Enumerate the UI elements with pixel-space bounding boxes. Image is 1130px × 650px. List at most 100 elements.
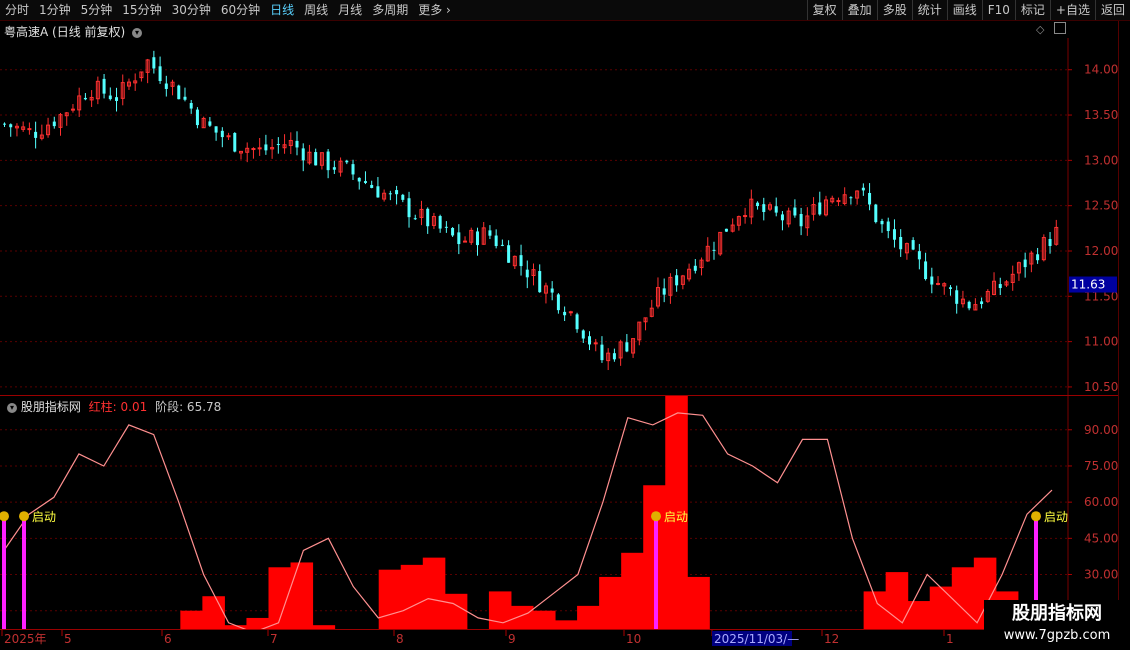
- candle-body: [756, 202, 760, 207]
- candle-body: [3, 123, 6, 125]
- price-tick-label: 12.00: [1084, 244, 1118, 258]
- signal-bar: [2, 514, 6, 630]
- date-label: 2025年: [4, 632, 47, 646]
- period-tab-6[interactable]: 日线: [265, 0, 299, 20]
- period-tab-1[interactable]: 1分钟: [34, 0, 76, 20]
- candle-body: [407, 198, 411, 218]
- candle-body: [152, 57, 156, 69]
- candle-body: [556, 294, 560, 311]
- price-tick-label: 13.00: [1084, 153, 1118, 167]
- period-tab-10[interactable]: 更多 ›: [413, 0, 456, 20]
- price-tick-label: 11.00: [1084, 335, 1118, 349]
- candle-body: [899, 237, 903, 250]
- period-toolbar: 分时 1分钟 5分钟 15分钟 30分钟 60分钟 日线 周线 月线 多周期 更多 › 复权 叠加 多股…: [0, 0, 1130, 21]
- indicator-red-bar: [533, 610, 556, 630]
- toolbar-button-2[interactable]: 多股: [876, 0, 912, 20]
- candle-body: [164, 83, 168, 89]
- candle-body: [967, 301, 971, 309]
- toolbar-button-7[interactable]: +自选: [1049, 0, 1095, 20]
- candle-body: [836, 200, 841, 203]
- toolbar-button-8[interactable]: 返回: [1094, 0, 1130, 20]
- date-label: 8: [396, 632, 404, 646]
- signal-bag-icon: [651, 511, 661, 522]
- price-tick-label: 10.50: [1084, 380, 1118, 394]
- period-tab-0[interactable]: 分时: [0, 0, 34, 20]
- indicator-red-bar: [180, 610, 203, 630]
- candle-body: [1023, 259, 1027, 268]
- date-label: 10: [626, 632, 641, 646]
- candle-body: [401, 194, 405, 200]
- toolbar-button-1[interactable]: 叠加: [841, 0, 877, 20]
- candle-body: [276, 144, 280, 146]
- signal-bag-icon: [19, 511, 29, 522]
- window-toggle-icon[interactable]: [1054, 22, 1066, 34]
- candle-body: [550, 288, 554, 293]
- indicator-red-bar: [444, 593, 468, 630]
- indicator-tick-label: 75.00: [1084, 459, 1118, 473]
- candle-body: [849, 197, 853, 199]
- price-chart: 14.0013.5013.0012.5012.0011.5011.0010.50…: [0, 38, 1118, 396]
- period-tab-2[interactable]: 5分钟: [76, 0, 118, 20]
- indicator-chart: 90.0075.0060.0045.0030.0015.00启动启动启动: [0, 396, 1118, 630]
- indicator-tick-label: 90.00: [1084, 423, 1118, 437]
- signal-label: 启动: [1044, 510, 1068, 524]
- period-tab-7[interactable]: 周线: [299, 0, 333, 20]
- indicator-red-bar: [687, 576, 710, 630]
- candle-body: [980, 301, 984, 305]
- period-tab-9[interactable]: 多周期: [367, 0, 413, 20]
- period-tab-4[interactable]: 30分钟: [167, 0, 216, 20]
- candle-body: [214, 126, 218, 133]
- toolbar-button-4[interactable]: 画线: [946, 0, 982, 20]
- period-tab-8[interactable]: 月线: [333, 0, 367, 20]
- candle-body: [563, 311, 567, 316]
- candle-body: [662, 288, 666, 295]
- candle-body: [525, 269, 529, 278]
- signal-label: 启动: [664, 510, 688, 524]
- candle-body: [712, 249, 716, 251]
- candle-body: [451, 228, 455, 236]
- chevron-down-icon[interactable]: ▾: [132, 27, 143, 38]
- candle-body: [301, 148, 305, 161]
- candle-body: [861, 187, 865, 191]
- candle-body: [588, 336, 592, 345]
- watermark: 股朋指标网 www.7gpzb.com: [984, 600, 1130, 650]
- candle-body: [724, 228, 728, 232]
- candle-body: [413, 218, 417, 220]
- candle-body: [370, 184, 374, 188]
- date-label: 5: [64, 632, 72, 646]
- candle-body: [693, 265, 697, 271]
- diamond-icon[interactable]: ◇: [1036, 23, 1044, 36]
- period-tab-3[interactable]: 15分钟: [117, 0, 166, 20]
- candle-body: [463, 240, 468, 243]
- candle-body: [762, 204, 766, 213]
- candle-body: [345, 160, 349, 163]
- toolbar-button-3[interactable]: 统计: [911, 0, 947, 20]
- indicator-tick-label: 45.00: [1084, 531, 1118, 545]
- candle-body: [264, 144, 268, 151]
- candle-body: [363, 181, 367, 183]
- watermark-title: 股朋指标网: [1012, 603, 1102, 624]
- candle-body: [438, 216, 442, 229]
- toolbar-button-6[interactable]: 标记: [1014, 0, 1050, 20]
- candle-body: [183, 96, 187, 100]
- candle-body: [936, 282, 941, 285]
- candle-body: [886, 221, 890, 232]
- date-label: 1: [946, 632, 954, 646]
- candle-body: [948, 287, 952, 289]
- signal-label: 启动: [32, 510, 56, 524]
- toolbar-button-0[interactable]: 复权: [806, 0, 842, 20]
- candle-body: [880, 220, 884, 225]
- signal-bar: [22, 514, 26, 630]
- toolbar-button-5[interactable]: F10: [981, 0, 1015, 20]
- period-tab-5[interactable]: 60分钟: [216, 0, 265, 20]
- candle-body: [226, 135, 231, 138]
- candle-body: [177, 85, 181, 100]
- candle-body: [9, 124, 13, 128]
- candle-body: [195, 109, 199, 126]
- candle-body: [818, 202, 822, 215]
- watermark-url: www.7gpzb.com: [1003, 628, 1111, 643]
- candle-body: [892, 229, 896, 240]
- price-tick-label: 14.00: [1084, 63, 1118, 77]
- candle-body: [52, 121, 56, 127]
- date-axis: 2025年 5 6 7 8 9 10 2025/11/03/— 12 1: [1, 630, 954, 646]
